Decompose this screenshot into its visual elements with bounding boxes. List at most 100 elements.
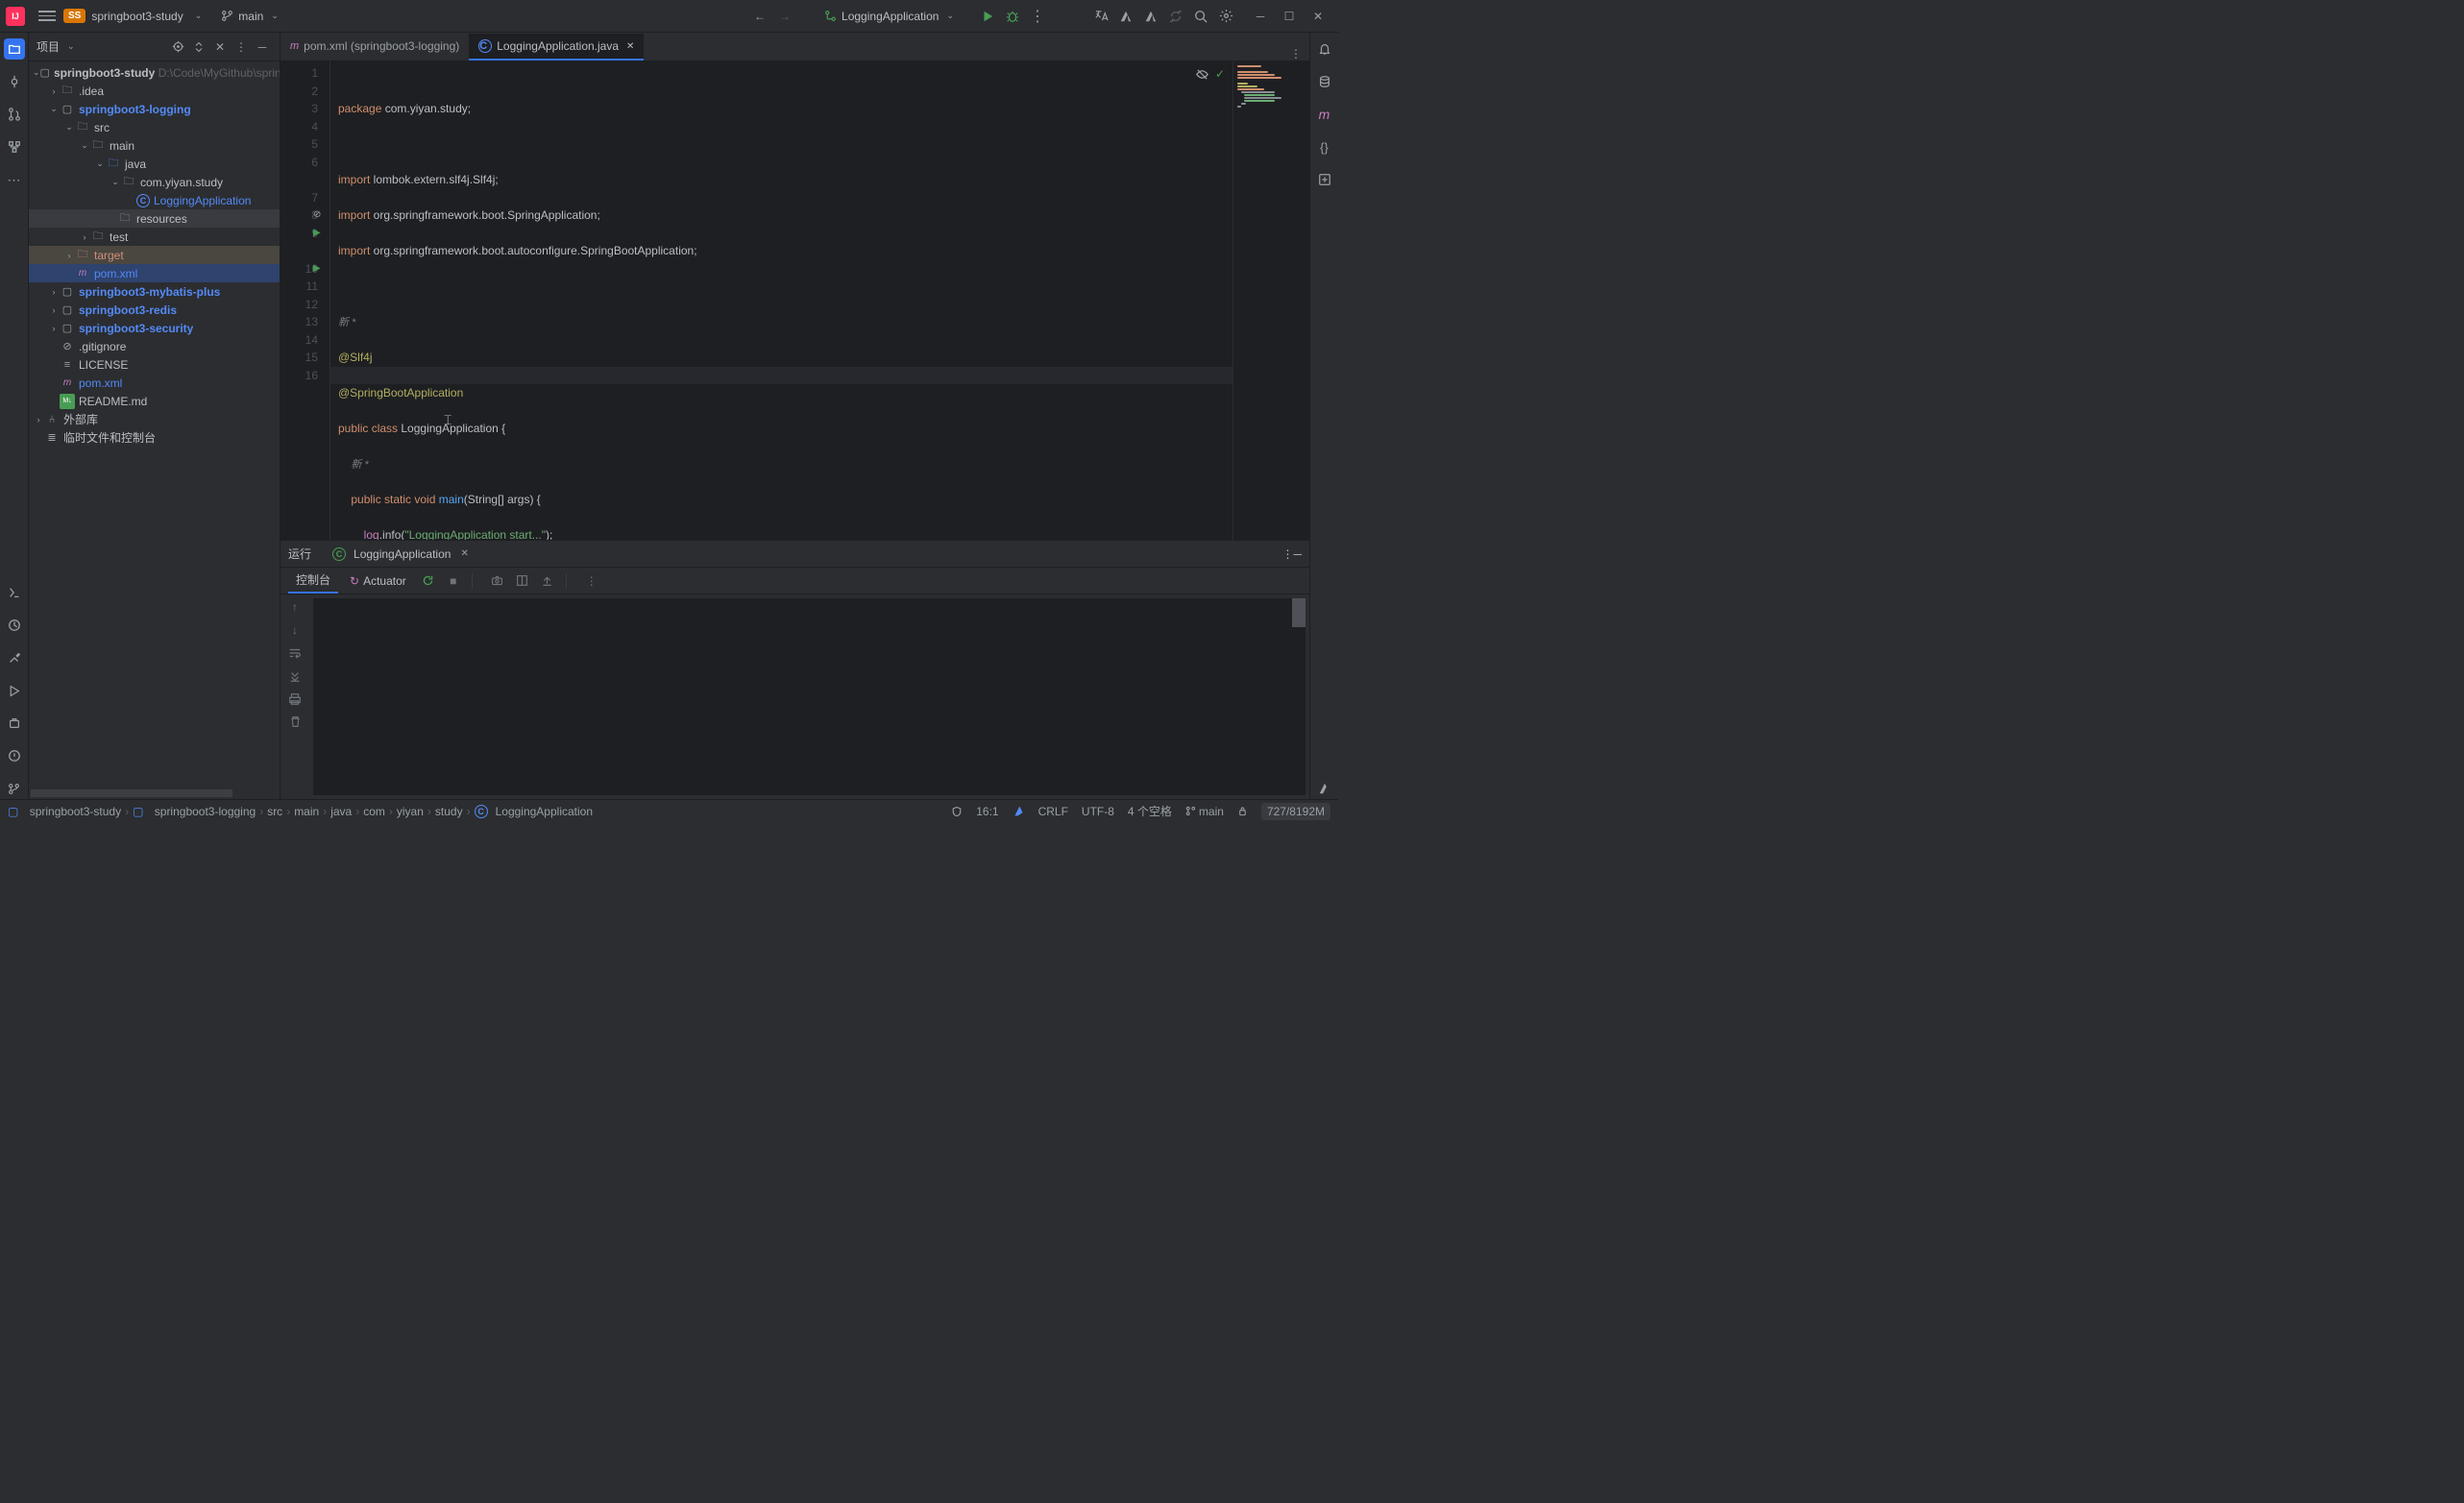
maximize-button[interactable]: ☐ — [1275, 3, 1304, 30]
gutter-ban-icon[interactable]: ⊘ — [313, 206, 321, 225]
hide-icon[interactable]: ─ — [253, 37, 272, 57]
breadcrumb[interactable]: com — [363, 805, 385, 818]
bottom-tool-icon[interactable] — [1314, 778, 1335, 799]
status-shield-icon[interactable] — [951, 806, 963, 817]
tree-node-idea[interactable]: ›🗀.idea — [29, 82, 280, 100]
search-button[interactable] — [1188, 4, 1213, 29]
tree-root[interactable]: ⌄▢springboot3-study D:\Code\MyGithub\spr… — [29, 63, 280, 82]
project-badge[interactable]: SS — [63, 9, 85, 23]
breadcrumb[interactable]: yiyan — [397, 805, 424, 818]
project-tool-icon[interactable] — [4, 38, 25, 60]
tree-node-external-libs[interactable]: ›⑃外部库 — [29, 410, 280, 428]
expand-all-icon[interactable] — [189, 37, 208, 57]
minimize-button[interactable]: ─ — [1246, 3, 1275, 30]
tree-node-src[interactable]: ⌄🗀src — [29, 118, 280, 136]
breadcrumb[interactable]: java — [330, 805, 352, 818]
debug-button[interactable] — [1000, 4, 1025, 29]
code-with-me-icon[interactable] — [1113, 4, 1138, 29]
inspection-ok-icon[interactable]: ✓ — [1215, 67, 1225, 82]
reader-mode-icon[interactable] — [1195, 67, 1209, 82]
nav-forward-button[interactable]: → — [772, 4, 797, 29]
tree-node-java[interactable]: ⌄🗀java — [29, 155, 280, 173]
status-line-col[interactable]: 16:1 — [976, 805, 998, 818]
tree-node-app-class[interactable]: CLoggingApplication — [29, 191, 280, 209]
breadcrumb[interactable]: main — [294, 805, 319, 818]
close-tab-icon[interactable]: ✕ — [626, 41, 634, 52]
deploy-icon[interactable] — [1138, 4, 1163, 29]
code-content[interactable]: package com.yiyan.study; import lombok.e… — [330, 61, 1232, 540]
ide-logo[interactable]: IJ — [6, 7, 25, 26]
minimap[interactable] — [1232, 61, 1309, 540]
gradle-icon[interactable]: {} — [1314, 136, 1335, 158]
up-icon[interactable]: ↑ — [292, 600, 298, 614]
tab-logging-app[interactable]: CLoggingApplication.java✕ — [469, 34, 644, 61]
tree-node-readme[interactable]: M↓README.md — [29, 392, 280, 410]
tree-node-logging[interactable]: ⌄▢springboot3-logging — [29, 100, 280, 118]
nav-back-button[interactable]: ← — [747, 4, 772, 29]
tree-node-test[interactable]: ›🗀test — [29, 228, 280, 246]
build-tool-icon[interactable] — [4, 647, 25, 668]
tree-node-resources[interactable]: 🗀resources — [29, 209, 280, 228]
status-indent[interactable]: 4 个空格 — [1128, 803, 1172, 819]
translate-icon[interactable] — [1088, 4, 1113, 29]
rerun-icon[interactable] — [418, 574, 439, 587]
problems-tool-icon[interactable] — [4, 745, 25, 766]
notifications-icon[interactable] — [1314, 38, 1335, 60]
gutter-run-icon[interactable]: ▶ — [313, 260, 321, 279]
status-encoding[interactable]: UTF-8 — [1082, 805, 1114, 818]
commit-tool-icon[interactable] — [4, 71, 25, 92]
status-lock-icon[interactable] — [1237, 806, 1248, 816]
print-icon[interactable] — [288, 692, 302, 706]
run-hide-icon[interactable]: ─ — [1293, 547, 1302, 561]
pull-requests-icon[interactable] — [4, 104, 25, 125]
tab-more-icon[interactable]: ⋮ — [1282, 47, 1309, 61]
actuator-tab[interactable]: ↻Actuator — [342, 570, 414, 592]
status-line-sep[interactable]: CRLF — [1038, 805, 1068, 818]
clear-icon[interactable] — [289, 715, 302, 728]
tab-pom[interactable]: mpom.xml (springboot3-logging) — [281, 34, 469, 61]
settings-button[interactable] — [1213, 4, 1238, 29]
debug-tool-icon[interactable] — [4, 713, 25, 734]
ai-assist-icon[interactable] — [1314, 169, 1335, 190]
subtab-more-icon[interactable]: ⋮ — [581, 574, 602, 588]
close-button[interactable]: ✕ — [1304, 3, 1332, 30]
tree-node-root-pom[interactable]: mpom.xml — [29, 374, 280, 392]
main-menu-button[interactable] — [38, 8, 56, 24]
tree-node-license[interactable]: ≡LICENSE — [29, 355, 280, 374]
project-name-dropdown[interactable]: springboot3-study — [91, 10, 183, 23]
breadcrumb[interactable]: src — [267, 805, 282, 818]
chevron-down-icon[interactable]: ⌄ — [67, 41, 75, 52]
tree-node-redis[interactable]: ›▢springboot3-redis — [29, 301, 280, 319]
project-tree[interactable]: ⌄▢springboot3-study D:\Code\MyGithub\spr… — [29, 61, 280, 789]
locate-icon[interactable] — [168, 37, 187, 57]
run-more-icon[interactable]: ⋮ — [1281, 547, 1293, 561]
tree-node-gitignore[interactable]: ⊘.gitignore — [29, 337, 280, 355]
stop-icon[interactable]: ■ — [443, 574, 464, 588]
breadcrumb[interactable]: ▢ springboot3-study — [8, 805, 121, 818]
run-tool-icon[interactable] — [4, 680, 25, 701]
camera-icon[interactable] — [487, 574, 508, 587]
update-icon[interactable] — [1163, 4, 1188, 29]
tree-node-mybatis[interactable]: ›▢springboot3-mybatis-plus — [29, 282, 280, 301]
more-actions-button[interactable]: ⋮ — [1025, 4, 1050, 29]
status-copilot-icon[interactable] — [1012, 805, 1025, 817]
gutter[interactable]: 123456 78910 111213141516 ⊘ ▶ ▶ — [281, 61, 330, 540]
console-output[interactable] — [313, 598, 1305, 795]
breadcrumb[interactable]: CLoggingApplication — [475, 805, 593, 818]
console-tab[interactable]: 控制台 — [288, 568, 338, 594]
scroll-to-end-icon[interactable] — [288, 669, 302, 683]
tree-node-main[interactable]: ⌄🗀main — [29, 136, 280, 155]
tree-node-scratches[interactable]: ≣临时文件和控制台 — [29, 428, 280, 447]
scrollbar[interactable] — [1292, 598, 1305, 627]
close-icon[interactable]: ✕ — [460, 548, 468, 559]
git-tool-icon[interactable] — [4, 778, 25, 799]
tree-node-pom[interactable]: mpom.xml — [29, 264, 280, 282]
maven-icon[interactable]: m — [1314, 104, 1335, 125]
export-icon[interactable] — [537, 574, 558, 587]
run-config-dropdown[interactable]: LoggingApplication ⌄ — [817, 8, 969, 25]
services-tool-icon[interactable] — [4, 615, 25, 636]
branch-name[interactable]: main — [238, 10, 263, 23]
collapse-all-icon[interactable]: ✕ — [210, 37, 230, 57]
tree-node-target[interactable]: ›🗀target — [29, 246, 280, 264]
tree-node-package[interactable]: ⌄🗀com.yiyan.study — [29, 173, 280, 191]
